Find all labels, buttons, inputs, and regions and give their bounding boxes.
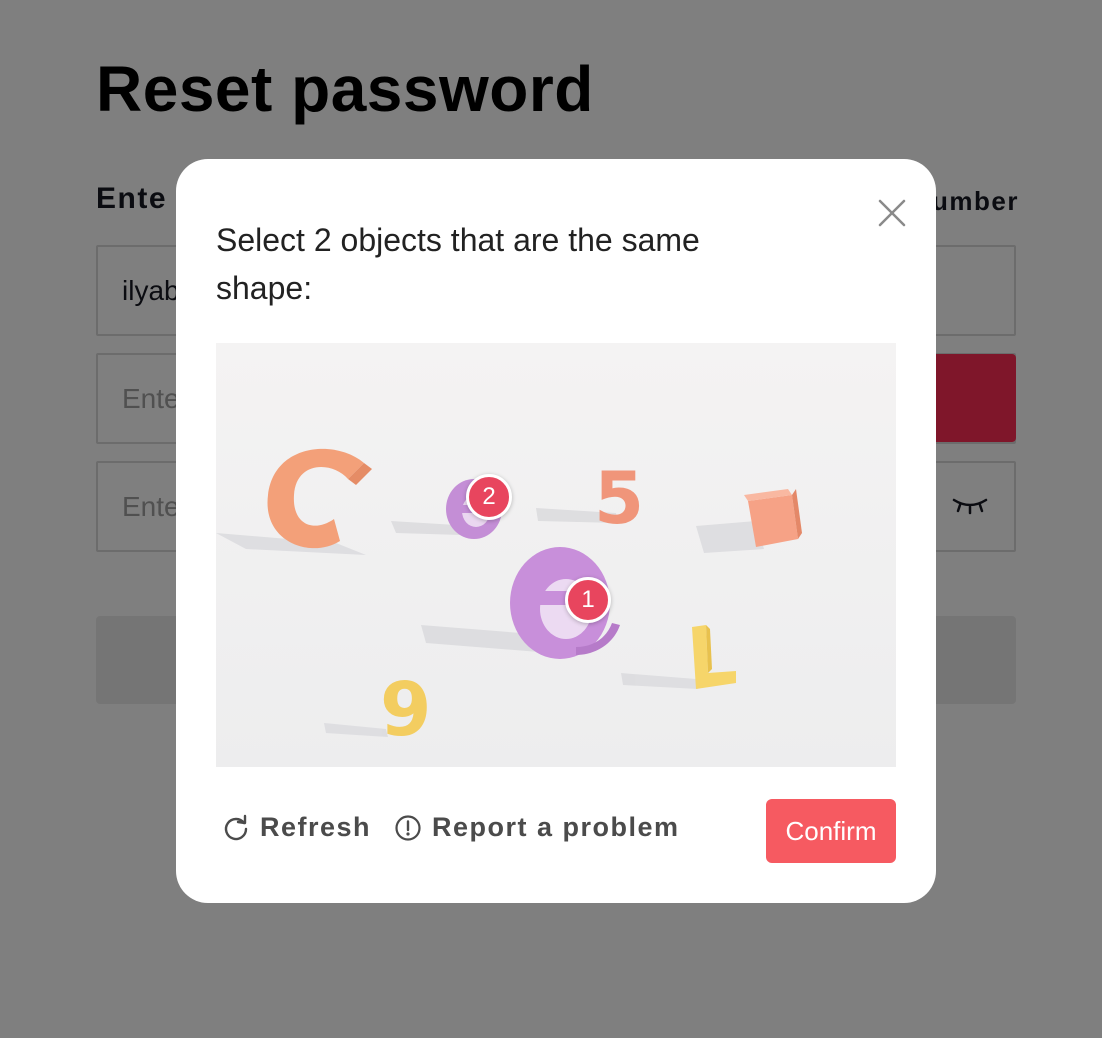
confirm-button[interactable]: Confirm [766,799,896,863]
selection-marker-1[interactable]: 1 [565,577,611,623]
refresh-button[interactable]: Refresh [222,812,371,843]
refresh-label: Refresh [260,812,372,842]
captcha-image[interactable]: 5 9 [216,343,896,767]
close-icon[interactable] [874,195,910,231]
svg-text:5: 5 [594,456,644,540]
captcha-prompt: Select 2 objects that are the same shape… [216,222,700,306]
report-problem-button[interactable]: Report a problem [394,812,680,843]
alert-circle-icon [395,814,421,841]
selection-marker-2[interactable]: 2 [466,474,512,520]
svg-text:9: 9 [380,667,432,753]
refresh-icon [224,814,248,840]
report-problem-label: Report a problem [432,812,680,842]
